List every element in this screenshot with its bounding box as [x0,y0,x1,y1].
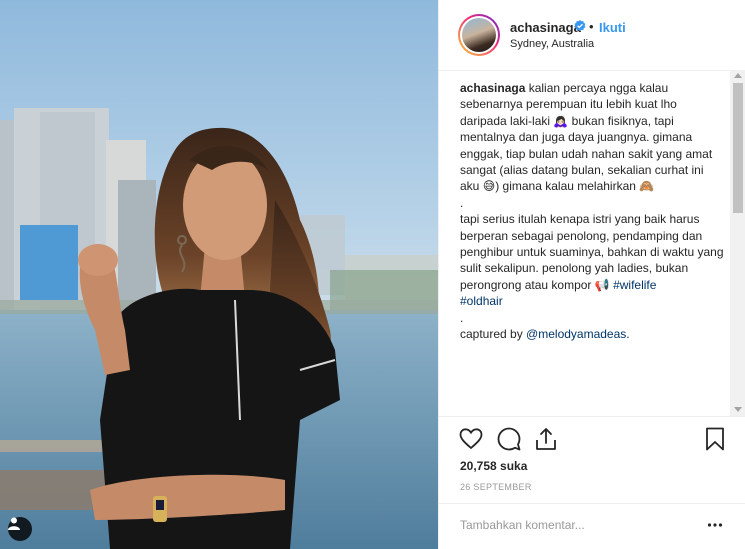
post-photo[interactable] [0,0,438,549]
likes-count[interactable]: 20,758 suka [460,459,527,473]
caption-scrollbar[interactable] [730,71,745,416]
photo-illustration [0,108,438,549]
caption-text: tapi serius itulah kenapa istri yang bai… [460,212,724,292]
separator-dot: • [589,19,594,34]
scroll-up-arrow-icon[interactable] [734,73,742,78]
comment-box [439,503,745,549]
caption-separator: . [460,310,464,325]
hashtag-link[interactable]: #oldhair [460,294,503,308]
post-header: achasinaga • Ikuti Sydney, Australia [439,0,745,71]
bookmark-icon[interactable] [702,426,728,452]
hashtag-link[interactable]: #wifelife [613,278,656,292]
comment-icon[interactable] [496,426,522,452]
caption-text: . [626,327,630,342]
post-caption: achasinaga kalian percaya ngga kalau seb… [460,80,724,410]
post-date[interactable]: 26 SEPTEMBER [460,482,532,492]
action-bar [439,424,745,452]
caption-text: ) gimana kalau melahirkan [495,179,640,194]
avatar-image [462,18,496,52]
caption-paragraph-1: achasinaga kalian percaya ngga kalau seb… [460,80,724,195]
share-icon[interactable] [533,426,559,452]
scroll-thumb[interactable] [733,83,743,213]
verified-badge-icon [574,20,586,32]
username-link[interactable]: achasinaga [510,20,581,35]
more-options-icon[interactable] [707,520,723,530]
person-glyph-icon [8,517,20,530]
woman-emoji: 🙇🏻‍♀️ [553,113,569,128]
mention-link[interactable]: @melodyamadeas [526,327,626,341]
megaphone-emoji: 📢 [594,277,610,292]
avatar[interactable] [458,14,500,56]
sweat-smile-emoji: 😅 [482,179,496,194]
caption-paragraph-2: tapi serius itulah kenapa istri yang bai… [460,211,724,309]
user-tag-icon[interactable] [8,517,32,541]
post-side-panel: achasinaga • Ikuti Sydney, Australia ach… [438,0,745,549]
divider [439,416,745,417]
caption-credit: captured by @melodyamadeas. [460,326,724,342]
heart-icon[interactable] [458,426,484,452]
comment-input[interactable] [460,516,700,534]
caption-author-link[interactable]: achasinaga [460,81,525,95]
follow-button[interactable]: Ikuti [599,20,626,35]
scroll-down-arrow-icon[interactable] [734,407,742,412]
caption-text: captured by [460,327,527,342]
caption-separator: . [460,195,464,210]
see-no-evil-monkey-emoji: 🙈 [639,179,655,194]
location-link[interactable]: Sydney, Australia [510,38,594,50]
